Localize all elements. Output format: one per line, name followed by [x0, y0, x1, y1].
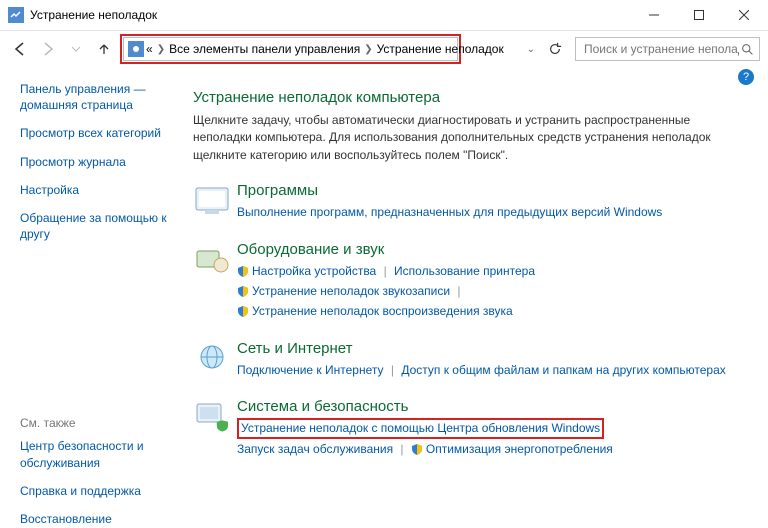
link-compat-programs[interactable]: Выполнение программ, предназначенных для…: [237, 205, 662, 219]
main-content: ? Устранение неполадок компьютера Щелкни…: [185, 67, 768, 528]
sidebar-link-history[interactable]: Просмотр журнала: [20, 154, 177, 170]
back-button[interactable]: [8, 37, 32, 61]
help-icon[interactable]: ?: [738, 69, 754, 85]
hardware-icon: [193, 241, 231, 279]
link-internet[interactable]: Подключение к Интернету: [237, 363, 384, 377]
search-input[interactable]: [582, 41, 741, 57]
windows-update-highlight: Устранение неполадок с помощью Центра об…: [237, 418, 604, 439]
address-bar-wrap: « ❯ Все элементы панели управления ❯ Уст…: [120, 34, 760, 64]
link-device-setup[interactable]: Настройка устройства: [252, 264, 376, 278]
shield-icon: [237, 285, 249, 297]
nav-row: « ❯ Все элементы панели управления ❯ Уст…: [0, 31, 768, 67]
troubleshoot-icon: [128, 41, 144, 57]
page-description: Щелкните задачу, чтобы автоматически диа…: [193, 112, 743, 164]
dropdown-icon[interactable]: ⌄: [527, 44, 535, 55]
category-network: Сеть и Интернет Подключение к Интернету …: [193, 340, 754, 380]
link-audio-play[interactable]: Устранение неполадок воспроизведения зву…: [252, 304, 513, 318]
history-dropdown[interactable]: [64, 37, 88, 61]
sidebar-link-settings[interactable]: Настройка: [20, 182, 177, 198]
category-title[interactable]: Оборудование и звук: [237, 241, 535, 258]
breadcrumb-highlight: « ❯ Все элементы панели управления ❯ Уст…: [120, 34, 461, 64]
see-also-label: См. также: [20, 416, 177, 430]
sidebar-link-home[interactable]: Панель управления — домашняя страница: [20, 81, 177, 113]
sidebar-link-remote-help[interactable]: Обращение за помощью к другу: [20, 210, 177, 242]
breadcrumb-prefix: «: [146, 42, 153, 56]
breadcrumb-item[interactable]: Все элементы панели управления: [169, 42, 360, 56]
link-maintenance[interactable]: Запуск задач обслуживания: [237, 442, 393, 456]
network-icon: [193, 340, 231, 378]
category-system: Система и безопасность Устранение непола…: [193, 398, 754, 459]
category-title[interactable]: Сеть и Интернет: [237, 340, 726, 357]
forward-button[interactable]: [36, 37, 60, 61]
maximize-button[interactable]: [676, 0, 721, 30]
breadcrumb-item[interactable]: Устранение неполадок: [377, 42, 504, 56]
link-windows-update[interactable]: Устранение неполадок с помощью Центра об…: [241, 421, 600, 435]
sidebar-link-help[interactable]: Справка и поддержка: [20, 483, 177, 499]
sidebar-link-security-center[interactable]: Центр безопасности и обслуживания: [20, 438, 177, 470]
sidebar-link-all-categories[interactable]: Просмотр всех категорий: [20, 125, 177, 141]
category-title[interactable]: Система и безопасность: [237, 398, 613, 415]
link-shared-files[interactable]: Доступ к общим файлам и папкам на других…: [401, 363, 725, 377]
up-button[interactable]: [92, 37, 116, 61]
page-title: Устранение неполадок компьютера: [193, 89, 754, 106]
category-title[interactable]: Программы: [237, 182, 662, 199]
link-printer[interactable]: Использование принтера: [394, 264, 535, 278]
close-button[interactable]: [721, 0, 766, 30]
address-bar[interactable]: « ❯ Все элементы панели управления ❯ Уст…: [123, 37, 458, 61]
link-power[interactable]: Оптимизация энергопотребления: [426, 442, 613, 456]
search-icon[interactable]: [741, 43, 754, 56]
sidebar-link-recovery[interactable]: Восстановление: [20, 511, 177, 527]
category-programs: Программы Выполнение программ, предназна…: [193, 182, 754, 222]
refresh-button[interactable]: [543, 37, 567, 61]
category-hardware: Оборудование и звук Настройка устройства…: [193, 241, 754, 322]
search-box[interactable]: [575, 37, 760, 61]
chevron-right-icon: ❯: [153, 44, 169, 55]
titlebar: Устранение неполадок: [0, 0, 768, 31]
window-title: Устранение неполадок: [30, 8, 631, 22]
minimize-button[interactable]: [631, 0, 676, 30]
sidebar: Панель управления — домашняя страница Пр…: [0, 67, 185, 528]
shield-icon: [411, 443, 423, 455]
shield-icon: [237, 305, 249, 317]
link-audio-record[interactable]: Устранение неполадок звукозаписи: [252, 284, 450, 298]
programs-icon: [193, 182, 231, 220]
app-icon: [8, 7, 24, 23]
system-icon: [193, 398, 231, 436]
chevron-right-icon: ❯: [360, 44, 376, 55]
shield-icon: [237, 265, 249, 277]
